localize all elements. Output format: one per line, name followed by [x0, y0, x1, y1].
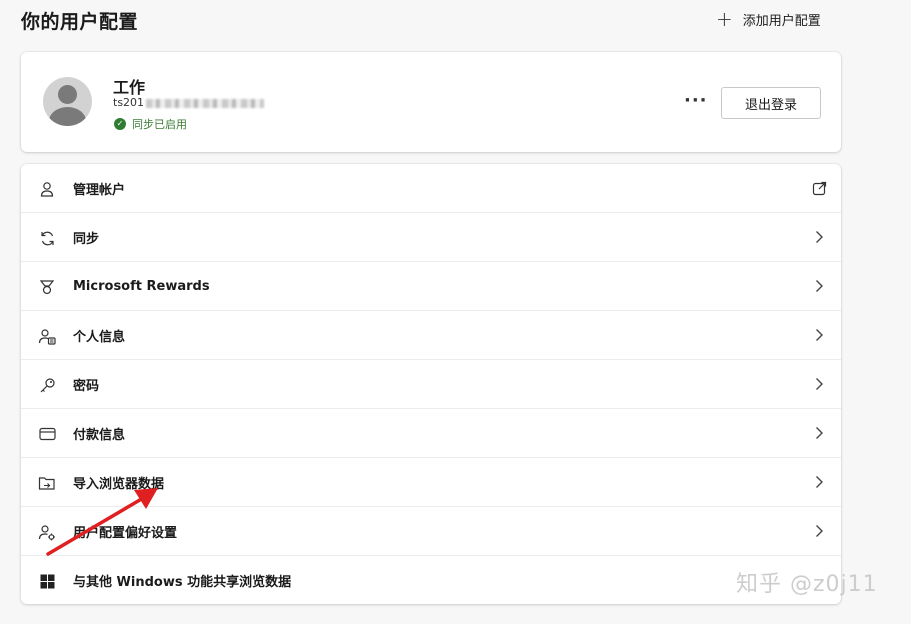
profile-name: 工作	[113, 78, 146, 97]
profile-card: 工作 ts201 ✓ 同步已启用 ··· 退出登录	[21, 52, 841, 152]
chevron-right-icon	[811, 276, 827, 296]
profile-email: ts201	[113, 96, 265, 109]
avatar-body-icon	[49, 107, 86, 126]
watermark: 知乎 @z0j11	[736, 572, 878, 597]
red-arrow-annotation-icon	[46, 488, 158, 556]
avatar-head-icon	[58, 85, 77, 104]
menu-item-rewards[interactable]: Microsoft Rewards	[21, 262, 841, 311]
sync-icon	[37, 228, 57, 248]
profile-email-text: ts201	[113, 96, 145, 109]
menu-item-label: 付款信息	[73, 427, 126, 443]
chevron-right-icon	[811, 521, 827, 541]
menu-item-label: 同步	[73, 231, 100, 247]
external-link-icon	[811, 178, 827, 198]
menu-item-manage-account[interactable]: 管理帐户	[21, 164, 841, 213]
check-circle-icon: ✓	[114, 118, 126, 130]
chevron-right-icon	[811, 423, 827, 443]
menu-item-label: 密码	[73, 378, 100, 394]
chevron-right-icon	[811, 227, 827, 247]
chevron-right-icon	[811, 374, 827, 394]
personal-info-icon	[37, 326, 57, 346]
key-icon	[37, 375, 57, 395]
chevron-right-icon	[811, 325, 827, 345]
rewards-medal-icon	[37, 277, 57, 297]
menu-item-label: 与其他 Windows 功能共享浏览数据	[73, 575, 292, 590]
page-title: 你的用户配置	[21, 11, 139, 33]
more-options-button[interactable]: ···	[684, 90, 708, 111]
person-icon	[37, 179, 57, 199]
plus-icon: +	[716, 7, 733, 31]
menu-item-passwords[interactable]: 密码	[21, 360, 841, 409]
menu-item-payment-info[interactable]: 付款信息	[21, 409, 841, 458]
menu-item-label: 个人信息	[73, 329, 126, 345]
menu-item-label: Microsoft Rewards	[73, 278, 210, 294]
add-profile-button[interactable]: + 添加用户配置	[716, 9, 821, 29]
menu-item-personal-info[interactable]: 个人信息	[21, 311, 841, 360]
menu-item-sync[interactable]: 同步	[21, 213, 841, 262]
windows-logo-icon	[37, 571, 57, 591]
avatar	[43, 77, 92, 126]
menu-item-share-with-windows[interactable]: 与其他 Windows 功能共享浏览数据	[21, 556, 841, 605]
sync-status-label: 同步已启用	[132, 118, 187, 131]
sync-status: ✓ 同步已启用	[114, 116, 187, 132]
credit-card-icon	[37, 424, 57, 444]
email-redaction	[146, 98, 265, 108]
menu-item-label: 管理帐户	[73, 182, 126, 198]
chevron-right-icon	[811, 472, 827, 492]
profiles-settings-page: 你的用户配置 + 添加用户配置 工作 ts201 ✓ 同步已启用 ··· 退出登…	[0, 0, 911, 624]
sign-out-button[interactable]: 退出登录	[721, 87, 821, 119]
add-profile-label: 添加用户配置	[742, 13, 821, 29]
